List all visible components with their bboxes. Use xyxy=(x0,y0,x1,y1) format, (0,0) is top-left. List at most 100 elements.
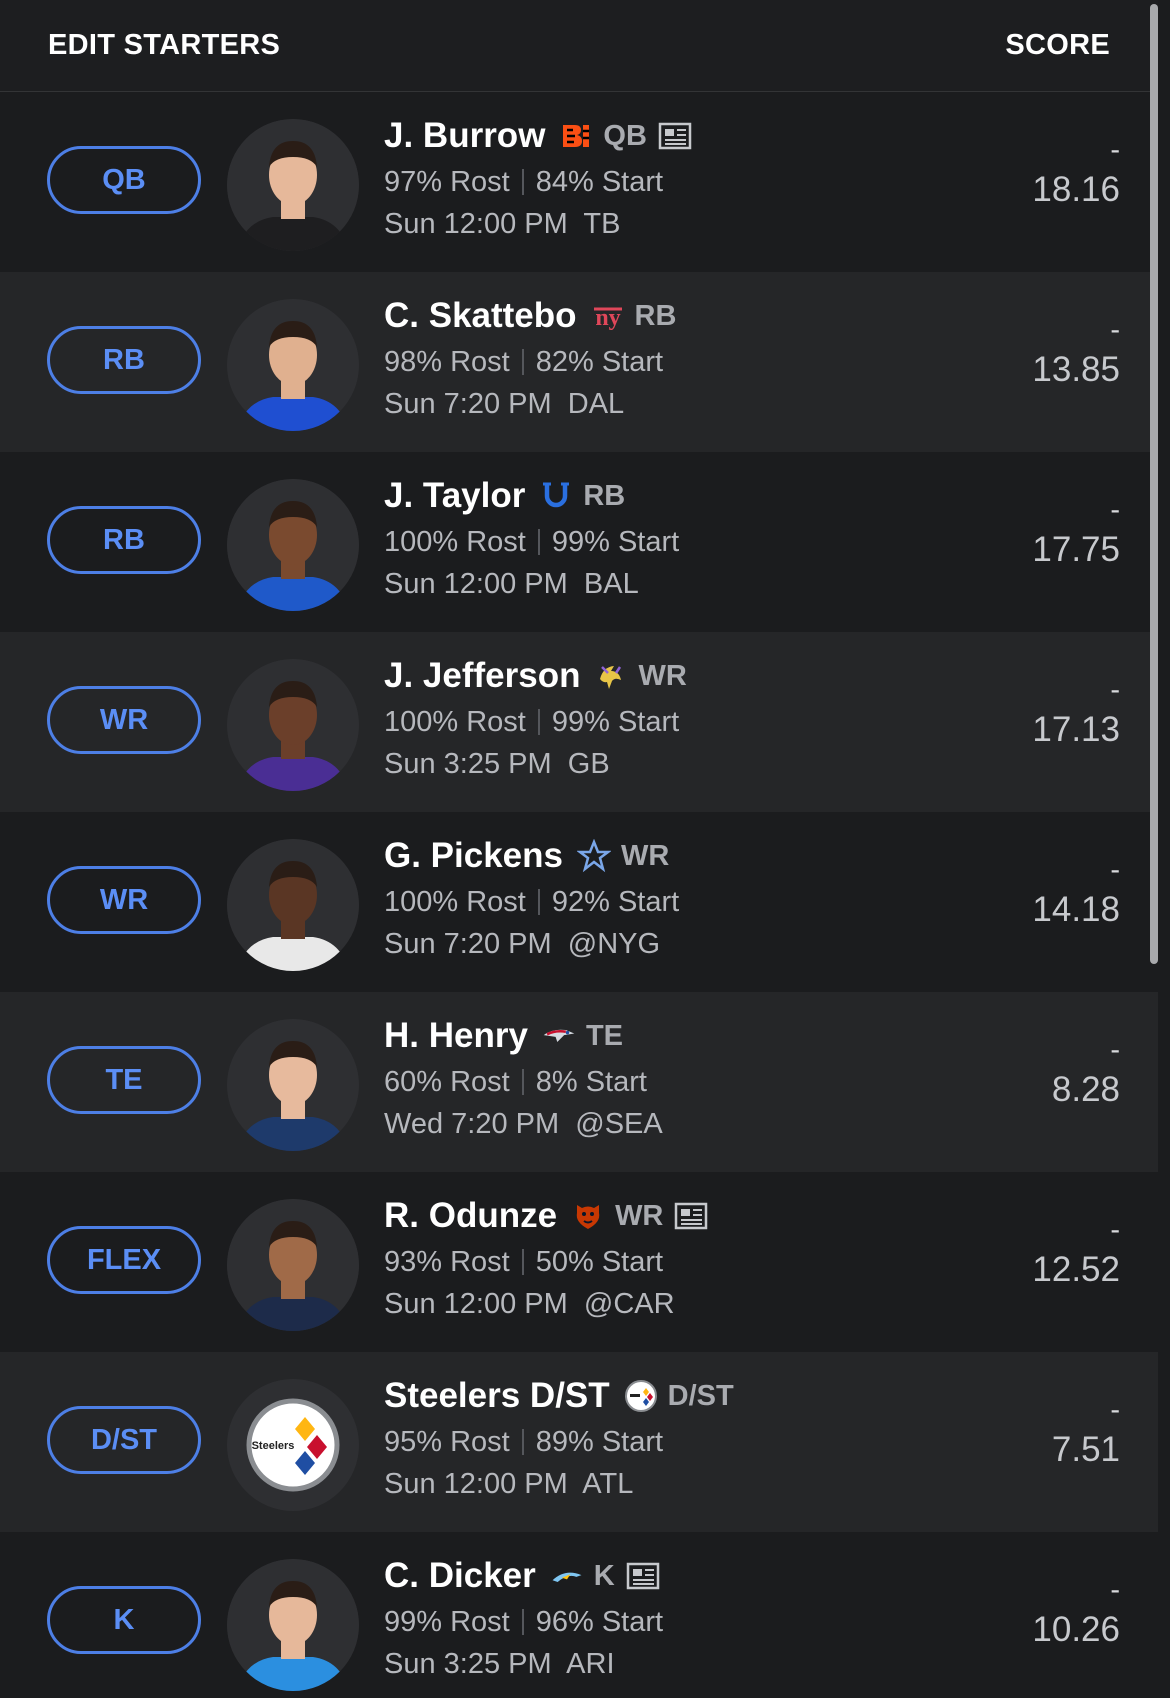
player-info: R. Odunze WR 93% Rost 50% Start Sun 12:00 PM… xyxy=(384,1194,709,1324)
game-time-opponent: Sun 12:00 PM @CAR xyxy=(384,1288,675,1320)
player-avatar[interactable]: Steelers xyxy=(227,1379,359,1511)
player-info: J. Jefferson WR 100% Rost 99% Start Sun 3:25… xyxy=(384,654,687,784)
rostered-percent: 100% Rost xyxy=(384,526,526,558)
score-cell: - 13.85 xyxy=(1032,312,1120,392)
ownership-stats: 95% Rost 89% Start xyxy=(384,1422,734,1462)
player-name-line: J. Burrow QB xyxy=(384,114,693,158)
player-row[interactable]: D/ST Steelers Steelers D/ST D/ST 95% Rost 89%… xyxy=(0,1352,1158,1532)
player-name[interactable]: C. Skattebo xyxy=(384,296,577,336)
player-row[interactable]: QB J. Burrow QB 97% Rost 84% Start Sun 12:00 … xyxy=(0,92,1158,272)
news-icon[interactable] xyxy=(673,1201,709,1231)
player-info: H. Henry TE 60% Rost 8% Start Wed 7:20 PM @S… xyxy=(384,1014,663,1144)
divider xyxy=(537,709,540,735)
player-avatar[interactable] xyxy=(227,299,359,431)
player-name-line: G. Pickens WR xyxy=(384,834,679,878)
divider xyxy=(537,889,540,915)
divider xyxy=(521,1069,524,1095)
steelers-logo-icon xyxy=(624,1379,658,1413)
player-row[interactable]: WR G. Pickens WR 100% Rost 92% Start Sun 7:20… xyxy=(0,812,1158,992)
rostered-percent: 60% Rost xyxy=(384,1066,510,1098)
ownership-stats: 98% Rost 82% Start xyxy=(384,342,676,382)
score-cell: - 7.51 xyxy=(1052,1392,1120,1472)
slot-button[interactable]: TE xyxy=(47,1046,201,1114)
scroll-track xyxy=(1158,0,1170,1698)
player-info: C. Dicker K 99% Rost 96% Start Sun 3:25 PM A… xyxy=(384,1554,663,1684)
position-tag: QB xyxy=(603,119,647,152)
projected-score: 13.85 xyxy=(1032,350,1120,389)
patriots-logo-icon xyxy=(542,1019,576,1053)
slot-button[interactable]: K xyxy=(47,1586,201,1654)
header: EDIT STARTERS SCORE xyxy=(0,0,1158,92)
starters-list: QB J. Burrow QB 97% Rost 84% Start Sun 12:00 … xyxy=(0,92,1158,1698)
slot-button[interactable]: WR xyxy=(47,866,201,934)
projected-score: 8.28 xyxy=(1051,1070,1120,1109)
ownership-stats: 100% Rost 99% Start xyxy=(384,522,679,562)
projected-score: 10.26 xyxy=(1032,1610,1120,1649)
player-name[interactable]: J. Burrow xyxy=(384,116,545,156)
score-cell: - 17.75 xyxy=(1032,492,1120,572)
player-row[interactable]: RB C. Skattebo ny RB 98% Rost 82% Start Sun 7:… xyxy=(0,272,1158,452)
slot-button[interactable]: RB xyxy=(47,506,201,574)
svg-text:Steelers: Steelers xyxy=(252,1440,295,1452)
news-icon[interactable] xyxy=(657,121,693,151)
player-avatar[interactable] xyxy=(227,119,359,251)
game-time-opponent: Wed 7:20 PM @SEA xyxy=(384,1108,663,1140)
player-name[interactable]: R. Odunze xyxy=(384,1196,557,1236)
game-time-opponent: Sun 12:00 PM ATL xyxy=(384,1468,634,1500)
ownership-stats: 100% Rost 99% Start xyxy=(384,702,687,742)
player-avatar[interactable] xyxy=(227,1019,359,1151)
position-tag: TE xyxy=(585,1019,623,1052)
player-avatar[interactable] xyxy=(227,659,359,791)
game-time-opponent: Sun 12:00 PM BAL xyxy=(384,568,639,600)
slot-button[interactable]: D/ST xyxy=(47,1406,201,1474)
score-cell: - 14.18 xyxy=(1032,852,1120,932)
colts-logo-icon xyxy=(539,479,573,513)
player-name[interactable]: C. Dicker xyxy=(384,1556,536,1596)
score-cell: - 18.16 xyxy=(1032,132,1120,212)
rostered-percent: 100% Rost xyxy=(384,886,526,918)
actual-score: - xyxy=(1110,314,1120,346)
projected-score: 17.75 xyxy=(1032,530,1120,569)
player-name-line: Steelers D/ST D/ST xyxy=(384,1374,734,1418)
game-time-opponent: Sun 12:00 PM TB xyxy=(384,208,621,240)
player-info: J. Taylor RB 100% Rost 99% Start Sun 12:00 P… xyxy=(384,474,679,604)
position-tag: D/ST xyxy=(667,1379,734,1412)
slot-button[interactable]: QB xyxy=(47,146,201,214)
slot-button[interactable]: RB xyxy=(47,326,201,394)
slot-button[interactable]: WR xyxy=(47,686,201,754)
player-avatar[interactable] xyxy=(227,1559,359,1691)
score-column-label: SCORE xyxy=(1005,29,1110,61)
ownership-stats: 99% Rost 96% Start xyxy=(384,1602,663,1642)
player-avatar[interactable] xyxy=(227,839,359,971)
divider xyxy=(521,1609,524,1635)
game-time-opponent: Sun 7:20 PM @NYG xyxy=(384,928,661,960)
scrollbar[interactable] xyxy=(1150,4,1158,964)
ownership-stats: 60% Rost 8% Start xyxy=(384,1062,663,1102)
player-info: G. Pickens WR 100% Rost 92% Start Sun 7:20 P… xyxy=(384,834,679,964)
position-tag: WR xyxy=(615,1199,664,1232)
player-name[interactable]: H. Henry xyxy=(384,1016,528,1056)
position-tag: WR xyxy=(638,659,687,692)
actual-score: - xyxy=(1110,134,1120,166)
slot-button[interactable]: FLEX xyxy=(47,1226,201,1294)
player-row[interactable]: RB J. Taylor RB 100% Rost 99% Start Sun 12:00… xyxy=(0,452,1158,632)
rostered-percent: 98% Rost xyxy=(384,346,510,378)
player-avatar[interactable] xyxy=(227,1199,359,1331)
position-tag: RB xyxy=(634,299,677,332)
projected-score: 12.52 xyxy=(1032,1250,1120,1289)
player-row[interactable]: TE H. Henry TE 60% Rost 8% Start Wed 7:20 PM … xyxy=(0,992,1158,1172)
player-row[interactable]: FLEX R. Odunze WR 93% Rost 50% Start Sun 12:0… xyxy=(0,1172,1158,1352)
news-icon[interactable] xyxy=(625,1561,661,1591)
projected-score: 17.13 xyxy=(1032,710,1120,749)
player-avatar[interactable] xyxy=(227,479,359,611)
player-name[interactable]: J. Taylor xyxy=(384,476,525,516)
player-row[interactable]: K C. Dicker K 99% Rost 96% Start Sun 3:25 PM … xyxy=(0,1532,1158,1698)
player-info: C. Skattebo ny RB 98% Rost 82% Start Sun 7:20… xyxy=(384,294,676,424)
position-tag: K xyxy=(593,1559,615,1592)
player-name-line: J. Jefferson WR xyxy=(384,654,687,698)
projected-score: 18.16 xyxy=(1032,170,1120,209)
player-name[interactable]: Steelers D/ST xyxy=(384,1376,610,1416)
player-row[interactable]: WR J. Jefferson WR 100% Rost 99% Start Sun 3:… xyxy=(0,632,1158,812)
player-name[interactable]: G. Pickens xyxy=(384,836,563,876)
player-name[interactable]: J. Jefferson xyxy=(384,656,580,696)
